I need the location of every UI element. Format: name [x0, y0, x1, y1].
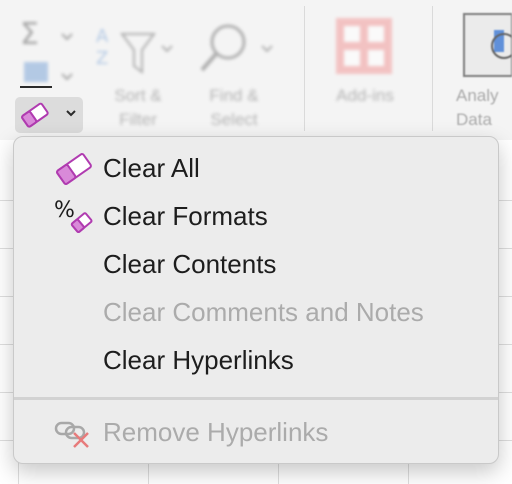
- clear-menu: Clear All % Clear Formats Clear Contents…: [13, 136, 499, 464]
- svg-text:A: A: [96, 26, 109, 47]
- menu-divider: [14, 397, 498, 400]
- menu-item-label: Remove Hyperlinks: [103, 417, 329, 447]
- menu-item-clear-comments-notes[interactable]: Clear Comments and Notes: [14, 289, 498, 335]
- eraser-icon: [56, 153, 92, 185]
- clear-dropdown-button[interactable]: [15, 97, 83, 133]
- svg-text:%: %: [54, 199, 75, 223]
- add-ins-icon[interactable]: [332, 14, 396, 83]
- menu-item-clear-all[interactable]: Clear All: [14, 145, 498, 191]
- divider-line: [20, 86, 52, 88]
- eraser-icon: [21, 102, 49, 128]
- chevron-down-icon: [66, 110, 76, 117]
- ribbon: Σ A Z Sort & Filter Find & Select Add-in…: [0, 0, 512, 141]
- ribbon-separator: [432, 6, 433, 131]
- svg-text:Z: Z: [96, 48, 108, 69]
- menu-item-remove-hyperlinks[interactable]: Remove Hyperlinks: [14, 409, 498, 455]
- menu-item-clear-formats[interactable]: % Clear Formats: [14, 193, 498, 239]
- clear-formats-icon: %: [54, 199, 93, 234]
- sort-filter-label: Sort & Filter: [114, 86, 162, 129]
- ribbon-separator: [304, 6, 305, 131]
- menu-item-clear-contents[interactable]: Clear Contents: [14, 241, 498, 287]
- add-ins-label: Add-ins: [336, 86, 394, 105]
- menu-item-clear-hyperlinks[interactable]: Clear Hyperlinks: [14, 337, 498, 383]
- sort-filter-icon[interactable]: A Z: [92, 14, 182, 89]
- menu-item-label: Clear Comments and Notes: [103, 297, 424, 327]
- analyze-data-label: Analy Data: [456, 86, 499, 129]
- menu-item-label: Clear Formats: [103, 201, 268, 231]
- menu-item-label: Clear Contents: [103, 249, 277, 279]
- analyze-data-icon[interactable]: [460, 10, 512, 85]
- find-select-icon[interactable]: [196, 14, 286, 89]
- svg-text:Σ: Σ: [20, 17, 39, 52]
- find-select-label: Find & Select: [209, 86, 259, 129]
- menu-item-label: Clear All: [103, 153, 200, 183]
- autosum-icon[interactable]: Σ: [18, 12, 78, 97]
- menu-item-label: Clear Hyperlinks: [103, 345, 294, 375]
- remove-link-icon: [54, 421, 89, 448]
